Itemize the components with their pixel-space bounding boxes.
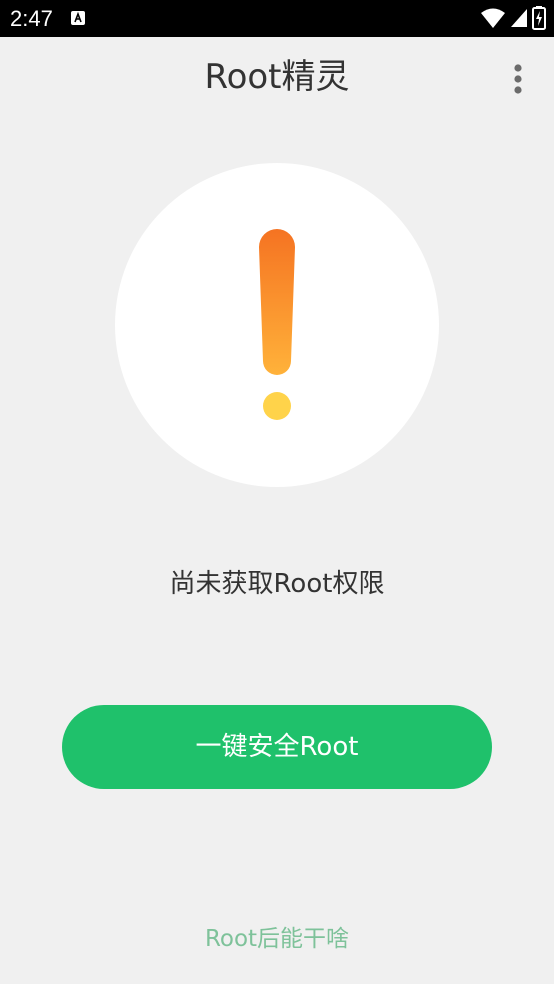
status-time: 2:47 [10, 6, 53, 31]
signal-icon [511, 9, 527, 27]
more-options-button[interactable] [506, 61, 530, 97]
more-vert-icon [514, 64, 522, 94]
status-bar: 2:47 [0, 0, 554, 37]
battery-icon [532, 6, 546, 30]
wifi-icon [481, 8, 505, 28]
root-status-message: 尚未获取Root权限 [169, 569, 385, 599]
a-notification-icon [71, 11, 85, 25]
app-bar: Root精灵 [0, 37, 554, 119]
status-icons [480, 6, 546, 30]
one-click-root-button[interactable]: 一键安全Root [62, 705, 492, 789]
root-benefits-link[interactable]: Root后能干啥 [0, 922, 554, 956]
warning-status-circle [115, 163, 439, 487]
warning-exclamation-icon [259, 229, 295, 420]
app-title: Root精灵 [204, 57, 350, 97]
